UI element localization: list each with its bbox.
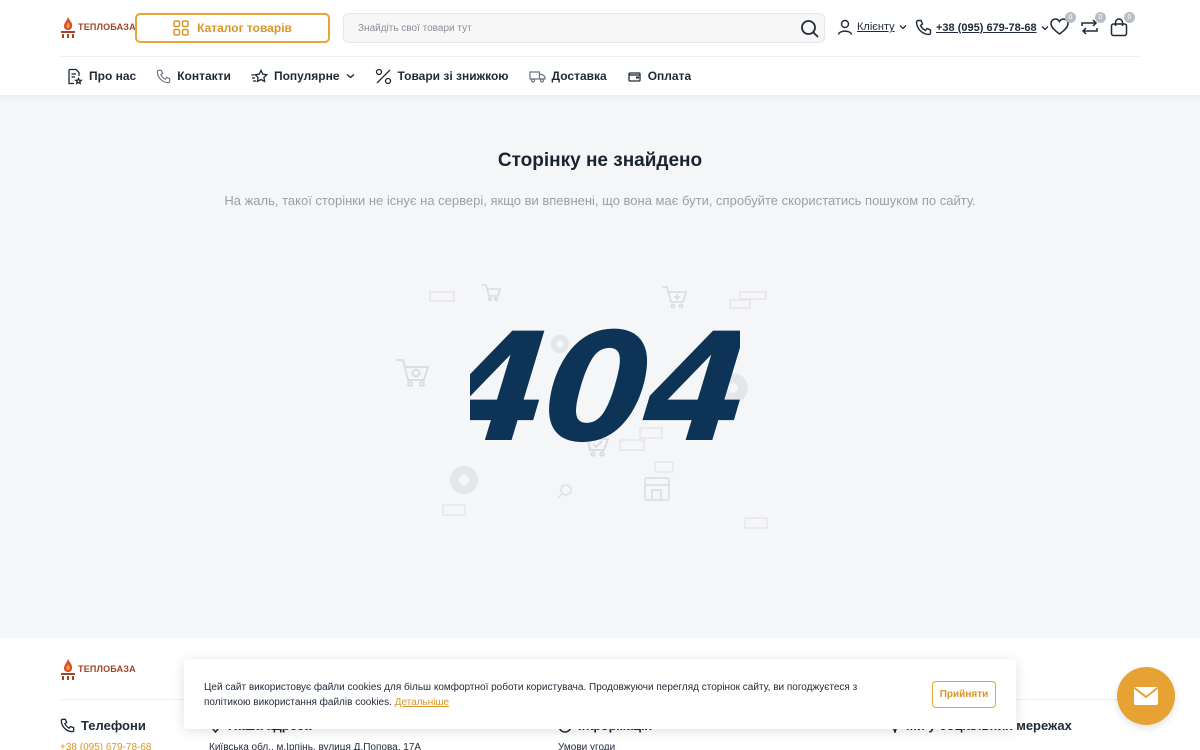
cart-icon (396, 359, 430, 387)
cart-count-badge: 0 (1124, 12, 1135, 23)
main-nav: Про нас Контакти Популярне Товари зі зни… (66, 66, 711, 86)
header-divider (60, 56, 1140, 57)
site-logo[interactable]: ТЕПЛОБАЗА (60, 16, 136, 38)
tag-icon (557, 484, 572, 499)
chevron-down-icon (899, 25, 907, 30)
search-input[interactable] (344, 14, 764, 42)
nav-item-delivery[interactable]: Доставка (528, 69, 607, 83)
site-header: ТЕПЛОБАЗА Каталог товарів Клієнту (0, 0, 1200, 95)
nav-item-label: Популярне (273, 69, 340, 83)
search-icon[interactable] (800, 19, 820, 44)
chevron-down-icon (1041, 25, 1049, 30)
error-code-404: 404 (470, 301, 740, 460)
footer-phones-title: Телефони (81, 718, 146, 733)
chevron-down-icon (346, 74, 354, 79)
wallet-icon (628, 71, 641, 82)
catalog-button-label: Каталог товарів (197, 21, 292, 35)
truck-icon (528, 70, 546, 83)
nav-item-payment[interactable]: Оплата (627, 69, 691, 83)
cart-button[interactable]: 0 (1110, 12, 1135, 42)
page-subtitle: На жаль, такої сторінки не існує на серв… (224, 193, 976, 208)
page-title: Сторінку не знайдено (497, 150, 703, 171)
star-icon (251, 68, 268, 83)
chat-button[interactable] (1117, 667, 1175, 725)
footer-logo-text: ТЕПЛОБАЗА (78, 664, 136, 674)
cookie-accept-button[interactable]: Прийняти (932, 681, 996, 708)
svg-text:404: 404 (470, 301, 740, 460)
flame-logo-icon (61, 659, 75, 680)
nav-item-contacts[interactable]: Контакти (156, 69, 231, 84)
nav-item-label: Контакти (177, 69, 231, 83)
cookie-banner: Цей сайт використовує файли cookies для … (184, 659, 1016, 729)
envelope-icon (1133, 687, 1159, 705)
nav-item-label: Доставка (551, 69, 607, 83)
wishlist-count-badge: 0 (1065, 12, 1076, 23)
footer-info-link[interactable]: Умови угоди (558, 742, 615, 750)
phone-icon (60, 718, 75, 733)
store-icon (644, 477, 670, 501)
header-top-bar: ТЕПЛОБАЗА Каталог товарів Клієнту (60, 12, 1140, 44)
nav-item-discounts[interactable]: Товари зі знижкою (375, 68, 509, 85)
search-box (343, 13, 825, 43)
nav-item-popular[interactable]: Популярне (251, 68, 355, 84)
flame-logo-icon (61, 17, 75, 38)
compare-count-badge: 0 (1095, 12, 1106, 23)
cookie-message: Цей сайт використовує файли cookies для … (204, 682, 858, 708)
compare-button[interactable]: 0 (1080, 12, 1106, 41)
cart-icon (482, 284, 502, 301)
footer-address-value: Київська обл., м.Ірпінь, вулиця Д.Попова… (209, 742, 422, 750)
phone-number: +38 (095) 679-78-68 (936, 21, 1037, 34)
about-doc-icon (68, 68, 83, 85)
phone-icon (915, 19, 932, 36)
cookie-text-block: Цей сайт використовує файли cookies для … (204, 680, 904, 710)
nav-item-about[interactable]: Про нас (66, 68, 136, 85)
phone-icon (156, 69, 171, 83)
footer-phone-link[interactable]: +38 (095) 679-78-68 (60, 742, 151, 750)
client-label: Клієнту (857, 21, 895, 33)
percent-icon (375, 68, 391, 84)
client-menu[interactable]: Клієнту (837, 19, 907, 35)
nav-item-label: Про нас (89, 69, 137, 83)
footer-logo[interactable]: ТЕПЛОБАЗА (60, 658, 136, 680)
nav-item-label: Товари зі знижкою (397, 69, 509, 83)
footer-phones-heading: Телефони (60, 718, 146, 733)
wishlist-button[interactable]: 0 (1050, 12, 1076, 41)
phone-menu[interactable]: +38 (095) 679-78-68 (915, 19, 1049, 36)
logo-text: ТЕПЛОБАЗА (78, 22, 136, 32)
catalog-button[interactable]: Каталог товарів (135, 13, 330, 43)
cookie-details-link[interactable]: Детальніше (395, 697, 449, 708)
user-icon (837, 19, 853, 35)
grid-icon (173, 20, 189, 36)
nav-item-label: Оплата (647, 69, 692, 83)
